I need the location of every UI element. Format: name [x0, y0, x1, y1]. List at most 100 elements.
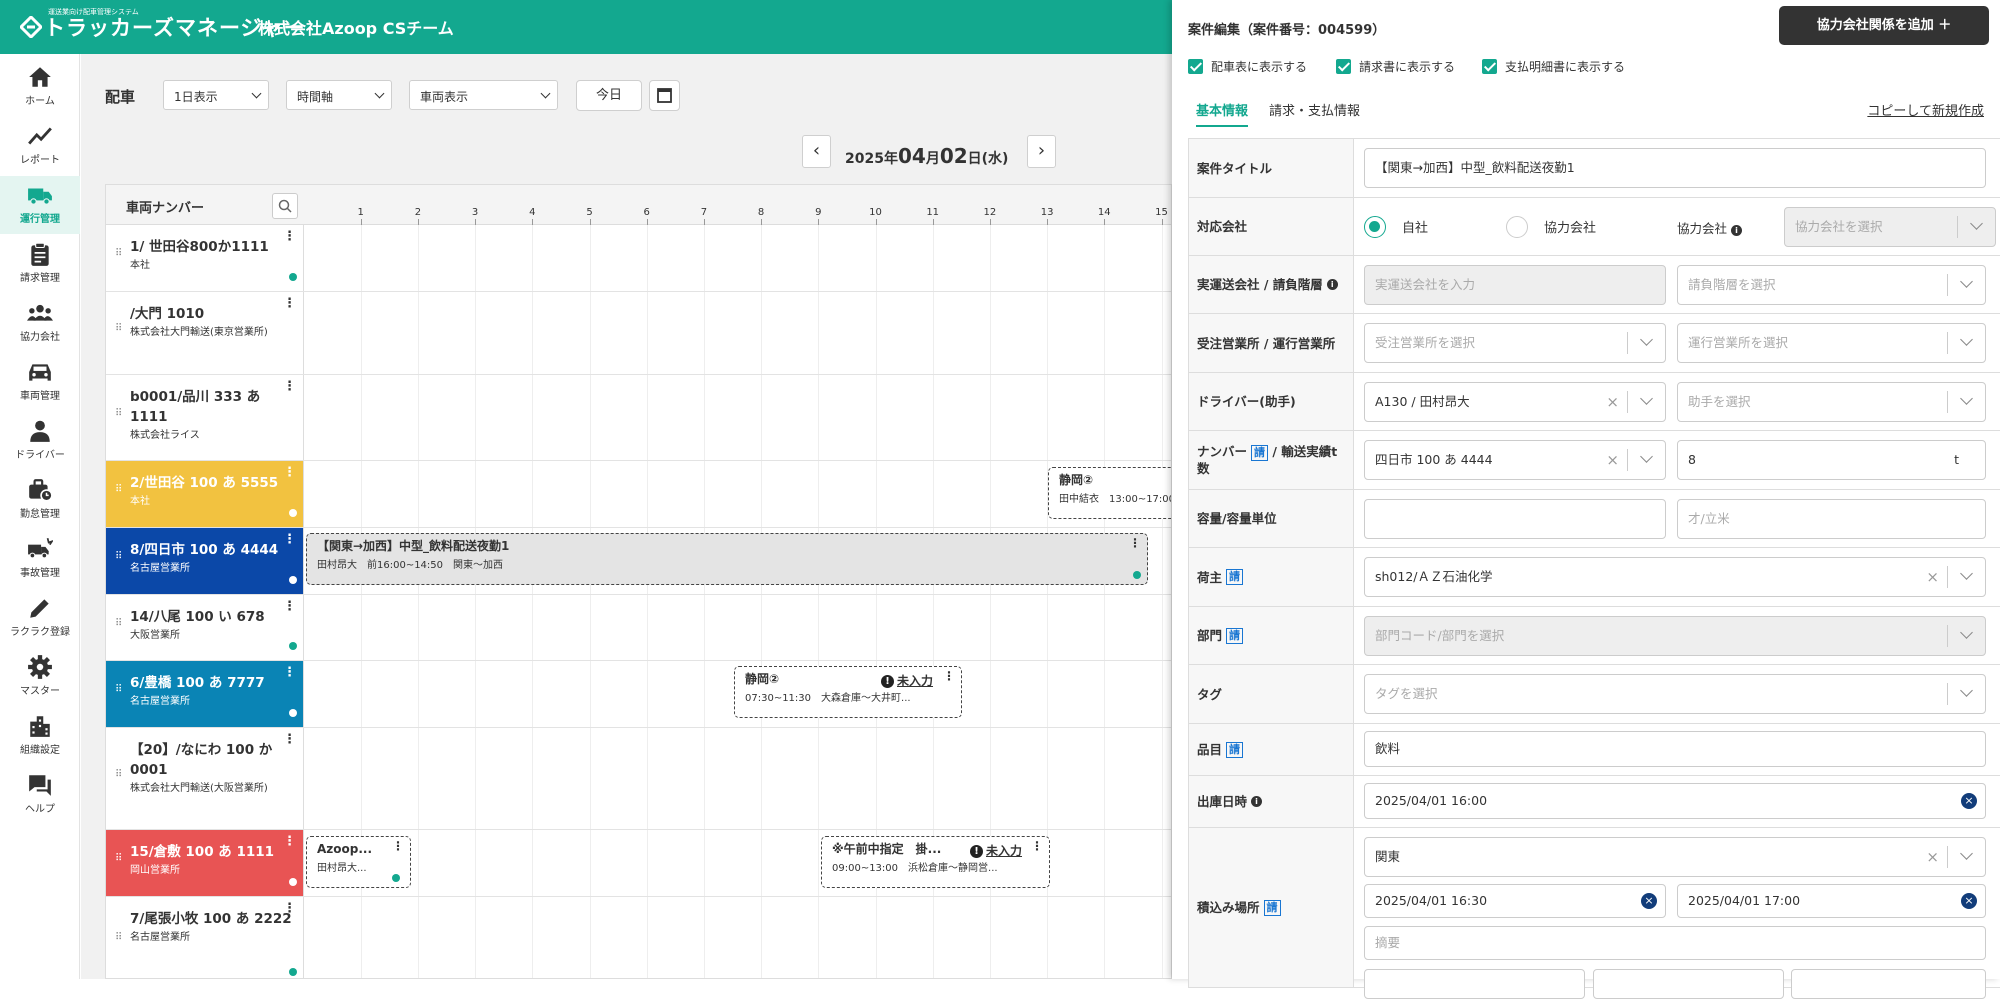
tab-basic-info[interactable]: 基本情報 [1196, 100, 1249, 127]
radio-unselected-icon[interactable] [1506, 216, 1528, 238]
sidebar-item-partners[interactable]: 協力会社 [0, 294, 80, 352]
clear-icon[interactable]: × [1926, 838, 1939, 876]
more-options-icon[interactable]: ⋮ [392, 840, 404, 852]
sidebar-item-vehicles[interactable]: 車両管理 [0, 353, 80, 411]
radio-own-company[interactable]: 自社 [1364, 216, 1428, 238]
sidebar-item-organization[interactable]: 組織設定 [0, 707, 80, 765]
checkbox-show-dispatch[interactable]: 配車表に表示する [1188, 58, 1307, 75]
loading-note-input[interactable]: 摘要 [1364, 926, 1986, 960]
clear-icon[interactable]: × [1961, 893, 1977, 909]
more-options-icon[interactable]: ⋮ [283, 666, 296, 679]
vehicle-row[interactable]: ⠿ 【20】/なにわ 100 か 0001 株式会社大門輸送(大阪営業所) ⋮ [106, 728, 1171, 830]
calendar-button[interactable] [649, 80, 680, 111]
vehicle-row[interactable]: ⠿ 6/豊橋 100 あ 7777 名古屋営業所 ⋮ [106, 661, 1171, 728]
clear-icon[interactable]: × [1961, 793, 1977, 809]
checkbox-checked-icon[interactable] [1336, 59, 1351, 74]
loading-extra-field[interactable] [1593, 969, 1784, 999]
vehicle-cell[interactable]: ⠿ 8/四日市 100 あ 4444 名古屋営業所 ⋮ [106, 528, 304, 594]
vehicle-cell[interactable]: ⠿ 7/尾張小牧 100 あ 2222 名古屋営業所 ⋮ [106, 897, 304, 978]
vehicle-row[interactable]: ⠿ b0001/品川 333 あ 1111 株式会社ライス ⋮ [106, 375, 1171, 461]
drag-handle-icon[interactable]: ⠿ [115, 249, 122, 264]
loading-start-input[interactable]: 2025/04/01 16:30 × [1364, 884, 1666, 918]
drag-handle-icon[interactable]: ⠿ [115, 618, 122, 634]
vehicle-cell[interactable]: ⠿ 15/倉敷 100 あ 1111 岡山営業所 ⋮ [106, 830, 304, 896]
next-day-button[interactable]: › [1027, 135, 1056, 168]
sidebar-item-report[interactable]: レポート [0, 117, 80, 175]
drag-handle-icon[interactable]: ⠿ [115, 408, 122, 424]
vehicle-row[interactable]: ⠿ 14/八尾 100 い 678 大阪営業所 ⋮ [106, 595, 1171, 661]
drag-handle-icon[interactable]: ⠿ [115, 769, 122, 785]
info-icon[interactable]: i [1326, 279, 1338, 290]
drag-handle-icon[interactable]: ⠿ [115, 685, 122, 700]
driver-select[interactable]: A130 / 田村昂大 × [1364, 382, 1666, 422]
drag-handle-icon[interactable]: ⠿ [115, 552, 122, 567]
sidebar-item-home[interactable]: ホーム [0, 58, 80, 116]
clear-icon[interactable]: × [1606, 441, 1619, 479]
job-card[interactable]: 静岡② 07:30~11:30 大森倉庫～大井町... ! 未入力 ⋮ [734, 666, 962, 718]
job-card-selected[interactable]: 【関東→加西】中型_飲料配送夜勤1 田村昂大 前16:00~14:50 関東～加… [306, 533, 1148, 585]
more-options-icon[interactable]: ⋮ [283, 466, 296, 479]
department-select[interactable]: 部門コード/部門を選択 [1364, 616, 1986, 656]
prev-day-button[interactable]: ‹ [802, 135, 831, 168]
tag-select[interactable]: タグを選択 [1364, 674, 1986, 714]
more-options-icon[interactable]: ⋮ [283, 902, 296, 915]
more-options-icon[interactable]: ⋮ [283, 533, 296, 546]
job-card[interactable]: ※午前中指定 掛... 09:00~13:00 浜松倉庫～静岡営... ! 未入力… [821, 836, 1050, 888]
more-options-icon[interactable]: ⋮ [943, 670, 955, 682]
shipper-select[interactable]: sh012/ＡＺ石油化学 × [1364, 557, 1986, 597]
vehicle-cell[interactable]: ⠿ 14/八尾 100 い 678 大阪営業所 ⋮ [106, 595, 304, 660]
more-options-icon[interactable]: ⋮ [283, 297, 296, 310]
tab-billing-payment[interactable]: 請求・支払情報 [1269, 100, 1360, 125]
radio-partner-company[interactable]: 協力会社 [1506, 216, 1596, 238]
capacity-unit-input[interactable]: 才/立米 [1677, 499, 1986, 539]
title-input[interactable]: 【関東→加西】中型_飲料配送夜勤1 [1364, 148, 1986, 188]
sidebar-item-billing[interactable]: 請求管理 [0, 235, 80, 293]
drag-handle-icon[interactable]: ⠿ [115, 485, 122, 500]
more-options-icon[interactable]: ⋮ [283, 230, 296, 243]
loading-end-input[interactable]: 2025/04/01 17:00 × [1677, 884, 1986, 918]
vehicle-search-button[interactable] [272, 193, 298, 219]
capacity-input[interactable] [1364, 499, 1666, 539]
sidebar-item-help[interactable]: ヘルプ [0, 766, 80, 824]
more-options-icon[interactable]: ⋮ [283, 600, 296, 613]
copy-new-link[interactable]: コピーして新規作成 [1867, 100, 1984, 119]
vehicle-cell[interactable]: ⠿ b0001/品川 333 あ 1111 株式会社ライス ⋮ [106, 375, 304, 460]
vehicle-cell[interactable]: ⠿ /大門 1010 株式会社大門輸送(東京営業所) ⋮ [106, 292, 304, 374]
tons-input[interactable]: 8t [1677, 440, 1986, 480]
info-icon[interactable]: i [1251, 796, 1263, 807]
more-options-icon[interactable]: ⋮ [1129, 537, 1141, 549]
sidebar-item-operations[interactable]: 運行管理 [0, 176, 80, 234]
clear-icon[interactable]: × [1606, 383, 1619, 421]
job-card[interactable]: 静岡② 田中結衣 13:00~17:00 [1048, 467, 1171, 519]
display-select[interactable]: 車両表示 [409, 80, 558, 110]
loading-place-select[interactable]: 関東 × [1364, 837, 1986, 877]
partner-select[interactable]: 協力会社を選択 [1784, 207, 1996, 247]
info-icon[interactable]: i [1731, 225, 1743, 236]
vehicle-row[interactable]: ⠿ 2/世田谷 100 あ 5555 本社 ⋮ [106, 461, 1171, 528]
clear-icon[interactable]: × [1641, 893, 1657, 909]
tier-select[interactable]: 請負階層を選択 [1677, 265, 1986, 305]
add-partner-button[interactable]: 協力会社関係を追加 ＋ [1779, 6, 1989, 45]
vehicle-cell[interactable]: ⠿ 6/豊橋 100 あ 7777 名古屋営業所 ⋮ [106, 661, 304, 727]
checkbox-checked-icon[interactable] [1482, 59, 1497, 74]
today-button[interactable]: 今日 [576, 80, 642, 111]
job-card[interactable]: Azoop... 田村昂大... ⋮ [306, 836, 411, 888]
item-input[interactable]: 飲料 [1364, 731, 1986, 767]
more-options-icon[interactable]: ⋮ [283, 733, 296, 746]
sidebar-item-accidents[interactable]: 事故管理 [0, 530, 80, 588]
carrier-input[interactable]: 実運送会社を入力 [1364, 265, 1666, 305]
sidebar-item-drivers[interactable]: ドライバー [0, 412, 80, 470]
axis-select[interactable]: 時間軸 [286, 80, 392, 110]
drag-handle-icon[interactable]: ⠿ [115, 854, 122, 869]
loading-extra-field[interactable] [1364, 969, 1585, 999]
drag-handle-icon[interactable]: ⠿ [115, 932, 122, 948]
vehicle-row[interactable]: ⠿ /大門 1010 株式会社大門輸送(東京営業所) ⋮ [106, 292, 1171, 375]
vehicle-row[interactable]: ⠿ 1/ 世田谷800か1111 本社 ⋮ [106, 225, 1171, 292]
radio-selected-icon[interactable] [1364, 216, 1386, 238]
vehicle-cell[interactable]: ⠿ 1/ 世田谷800か1111 本社 ⋮ [106, 225, 304, 291]
vehicle-cell[interactable]: ⠿ 2/世田谷 100 あ 5555 本社 ⋮ [106, 461, 304, 527]
plate-select[interactable]: 四日市 100 あ 4444 × [1364, 440, 1666, 480]
view-select[interactable]: 1日表示 [163, 80, 269, 110]
checkbox-show-payment[interactable]: 支払明細書に表示する [1482, 58, 1625, 75]
checkbox-show-invoice[interactable]: 請求書に表示する [1336, 58, 1455, 75]
